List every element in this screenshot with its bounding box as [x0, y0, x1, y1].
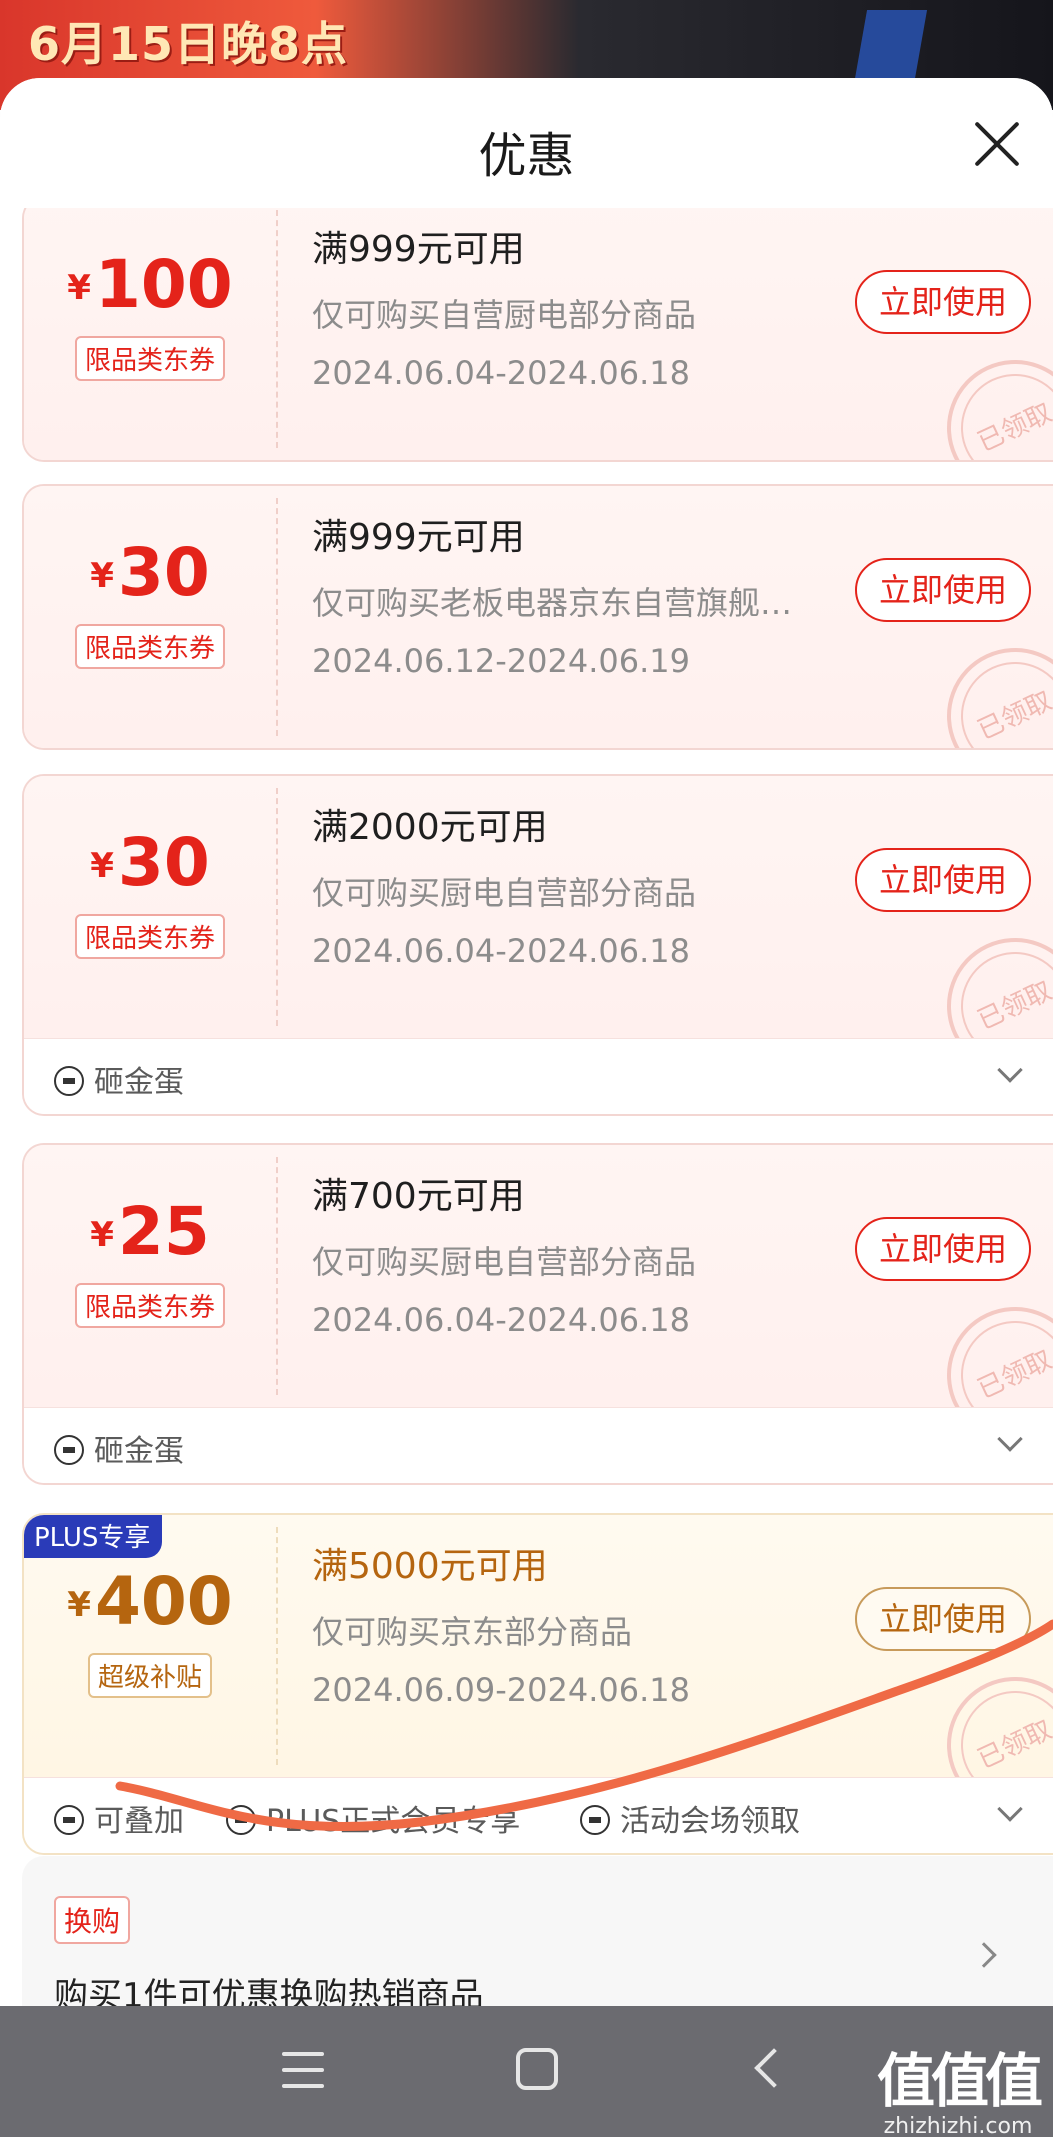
plus-exclusive-badge: PLUS专享: [24, 1515, 163, 1558]
coupon-amount: ¥400: [67, 1563, 233, 1640]
sheet-header: 优惠: [0, 78, 1053, 208]
coupon-condition: 满999元可用: [312, 229, 525, 270]
plus-coupon-card: PLUS专享 ¥400 超级补贴 满5000元可用 仅可购买京东部分商品 202…: [22, 1513, 1053, 1855]
coupon-type-tag: 限品类东券: [74, 336, 226, 381]
use-now-button[interactable]: 立即使用: [855, 1587, 1031, 1651]
coupon-amount: ¥30: [90, 534, 210, 611]
use-now-button[interactable]: 立即使用: [855, 1217, 1031, 1281]
coupon-footer[interactable]: 砸金蛋: [24, 1038, 1053, 1114]
coupon-card: ¥25 限品类东券 满700元可用 仅可购买厨电自营部分商品 2024.06.0…: [22, 1143, 1053, 1485]
coupon-card: ¥30 限品类东券 满999元可用 仅可购买老板电器京东自营旗舰… 2024.0…: [22, 484, 1053, 750]
dashed-divider: [276, 1527, 278, 1765]
chevron-down-icon[interactable]: [997, 1057, 1023, 1083]
coupon-amount: ¥100: [67, 246, 233, 323]
swap-tag: 换购: [54, 1896, 131, 1944]
coupon-amount: ¥25: [90, 1193, 210, 1270]
footer-tag: 可叠加: [54, 1796, 184, 1840]
use-now-button[interactable]: 立即使用: [855, 558, 1031, 622]
coupon-footer[interactable]: 可叠加 PLUS正式会员专享 活动会场领取: [24, 1777, 1053, 1853]
use-now-button[interactable]: 立即使用: [855, 270, 1031, 334]
footer-tag: 砸金蛋: [54, 1057, 184, 1101]
home-icon[interactable]: [516, 2048, 558, 2090]
coupon-amount: ¥30: [90, 824, 210, 901]
swap-offer-card[interactable]: 换购 购买1件可优惠换购热销商品: [22, 1856, 1053, 2006]
coupon-type-tag: 限品类东券: [74, 1283, 226, 1328]
coupon-type-tag: 限品类东券: [74, 624, 226, 669]
member-icon: [226, 1805, 256, 1835]
claimed-stamp: 已领取: [924, 337, 1053, 460]
chevron-down-icon[interactable]: [997, 1426, 1023, 1452]
golden-egg-icon: [54, 1435, 84, 1465]
swap-description: 购买1件可优惠换购热销商品: [54, 1976, 484, 2006]
dashed-divider: [276, 1157, 278, 1395]
coupon-validity: 2024.06.04-2024.06.18: [312, 1301, 690, 1339]
coupon-condition: 满2000元可用: [312, 807, 548, 848]
coupon-scope: 仅可购买厨电自营部分商品: [312, 874, 697, 912]
use-now-button[interactable]: 立即使用: [855, 848, 1031, 912]
coupon-validity: 2024.06.09-2024.06.18: [312, 1671, 690, 1709]
chevron-down-icon[interactable]: [997, 1796, 1023, 1822]
coupon-condition: 满999元可用: [312, 517, 525, 558]
coupon-card: ¥100 限品类东券 满999元可用 仅可购买自营厨电部分商品 2024.06.…: [22, 208, 1053, 462]
coupon-condition: 满5000元可用: [312, 1546, 548, 1587]
golden-egg-icon: [54, 1066, 84, 1096]
coupon-type-tag: 限品类东券: [74, 914, 226, 959]
footer-tag: PLUS正式会员专享: [226, 1796, 520, 1840]
sheet-title: 优惠: [478, 128, 575, 184]
coupon-card: ¥30 限品类东券 满2000元可用 仅可购买厨电自营部分商品 2024.06.…: [22, 774, 1053, 1116]
coupon-validity: 2024.06.04-2024.06.18: [312, 932, 690, 970]
system-nav-bar: 值值值 zhizhizhi.com: [0, 2006, 1053, 2137]
close-icon[interactable]: [971, 118, 1023, 170]
coupon-scope: 仅可购买京东部分商品: [312, 1613, 633, 1651]
dashed-divider: [276, 788, 278, 1026]
coupon-footer[interactable]: 砸金蛋: [24, 1407, 1053, 1483]
dashed-divider: [276, 210, 278, 448]
coupon-condition: 满700元可用: [312, 1176, 525, 1217]
footer-tag: 活动会场领取: [580, 1796, 800, 1840]
dashed-divider: [276, 498, 278, 736]
stackable-icon: [54, 1805, 84, 1835]
back-icon[interactable]: [754, 2048, 794, 2088]
coupon-validity: 2024.06.04-2024.06.18: [312, 354, 690, 392]
venue-ticket-icon: [580, 1805, 610, 1835]
coupon-sheet: 优惠 ¥100 限品类东券 满999元可用 仅可购买自营厨电部分商品 2024.…: [0, 78, 1053, 2006]
coupon-scope: 仅可购买自营厨电部分商品: [312, 296, 697, 334]
promo-banner-text: 6月15日晚8点: [28, 17, 349, 71]
claimed-stamp: 已领取: [924, 625, 1053, 748]
chevron-right-icon[interactable]: [971, 1942, 997, 1968]
coupon-scope: 仅可购买厨电自营部分商品: [312, 1243, 697, 1281]
footer-tag: 砸金蛋: [54, 1426, 184, 1470]
site-watermark: 值值值 zhizhizhi.com: [876, 2047, 1043, 2137]
recent-apps-icon[interactable]: [282, 2052, 324, 2088]
coupon-scope: 仅可购买老板电器京东自营旗舰…: [312, 584, 793, 622]
coupon-type-tag: 超级补贴: [87, 1653, 213, 1698]
coupon-list[interactable]: ¥100 限品类东券 满999元可用 仅可购买自营厨电部分商品 2024.06.…: [0, 208, 1053, 2006]
coupon-validity: 2024.06.12-2024.06.19: [312, 642, 690, 680]
